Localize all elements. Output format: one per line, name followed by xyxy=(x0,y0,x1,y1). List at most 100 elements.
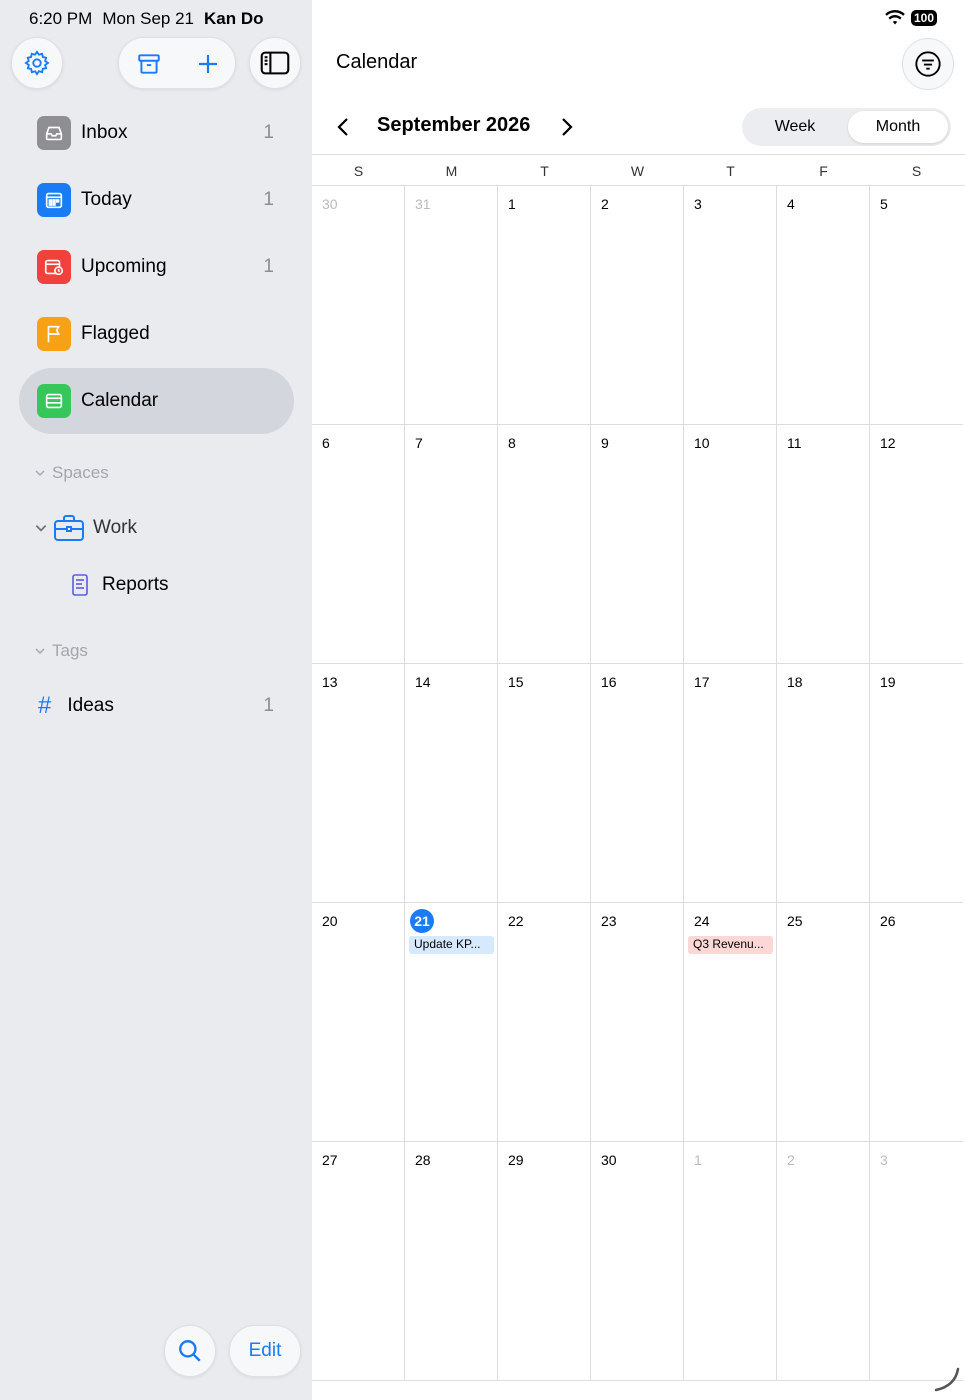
tag-item-ideas[interactable]: # Ideas 1 xyxy=(38,692,278,720)
calendar-clock-icon xyxy=(37,250,71,284)
calendar-day-cell[interactable]: 3 xyxy=(684,186,777,425)
calendar-day-cell[interactable]: 13 xyxy=(312,664,405,903)
day-number: 1 xyxy=(694,1152,702,1168)
day-number: 22 xyxy=(508,913,524,929)
calendar-day-cell[interactable]: 8 xyxy=(498,425,591,664)
calendar-day-cell[interactable]: 18 xyxy=(777,664,870,903)
sidebar-item-count: 1 xyxy=(263,122,274,143)
calendar-day-icon xyxy=(37,183,71,217)
status-time: 6:20 PM xyxy=(29,9,93,28)
space-item-work[interactable]: Work xyxy=(34,514,137,542)
calendar-day-cell[interactable]: 23 xyxy=(591,903,684,1142)
settings-button[interactable] xyxy=(11,37,63,89)
chevron-right-icon[interactable] xyxy=(556,116,576,138)
day-number: 20 xyxy=(322,913,338,929)
calendar-day-cell[interactable]: 10 xyxy=(684,425,777,664)
calendar-day-cell[interactable]: 26 xyxy=(870,903,963,1142)
weekday-label: M xyxy=(445,163,458,179)
calendar-day-cell[interactable]: 1 xyxy=(684,1142,777,1381)
day-number: 31 xyxy=(415,196,431,212)
calendar-day-cell[interactable]: 2 xyxy=(777,1142,870,1381)
month-navigation: September 2026 xyxy=(334,112,574,142)
chevron-left-icon[interactable] xyxy=(334,116,354,138)
calendar-day-cell[interactable]: 22 xyxy=(498,903,591,1142)
day-number: 2 xyxy=(787,1152,795,1168)
add-button[interactable] xyxy=(178,38,237,90)
calendar-day-cell[interactable]: 30 xyxy=(312,186,405,425)
filter-icon xyxy=(915,51,941,77)
wifi-icon xyxy=(885,10,905,25)
calendar-day-cell[interactable]: 4 xyxy=(777,186,870,425)
calendar-day-cell[interactable]: 7 xyxy=(405,425,498,664)
day-number: 1 xyxy=(508,196,516,212)
calendar-day-cell[interactable]: 24 Q3 Revenu... xyxy=(684,903,777,1142)
day-number: 26 xyxy=(880,913,896,929)
day-number: 16 xyxy=(601,674,617,690)
day-number: 3 xyxy=(694,196,702,212)
sidebar-item-label: Inbox xyxy=(81,122,128,143)
calendar-day-cell[interactable]: 19 xyxy=(870,664,963,903)
calendar-day-cell[interactable]: 9 xyxy=(591,425,684,664)
sidebar-item-flagged[interactable]: Flagged xyxy=(19,301,294,367)
archive-button[interactable] xyxy=(119,38,178,90)
calendar-day-cell[interactable]: 14 xyxy=(405,664,498,903)
calendar-day-cell[interactable]: 20 xyxy=(312,903,405,1142)
calendar-day-cell[interactable]: 21 Update KP... xyxy=(405,903,498,1142)
spaces-header[interactable]: Spaces xyxy=(34,463,109,483)
calendar-event[interactable]: Update KP... xyxy=(409,936,494,954)
calendar-day-cell[interactable]: 17 xyxy=(684,664,777,903)
segment-week[interactable]: Week xyxy=(745,111,845,143)
chevron-down-icon xyxy=(35,525,47,532)
sidebar-item-label: Flagged xyxy=(81,323,150,344)
calendar-day-cell[interactable]: 27 xyxy=(312,1142,405,1381)
day-number: 8 xyxy=(508,435,516,451)
calendar-day-cell[interactable]: 6 xyxy=(312,425,405,664)
archive-box-icon xyxy=(137,54,160,74)
search-button[interactable] xyxy=(164,1325,216,1377)
sidebar-item-today[interactable]: Today 1 xyxy=(19,167,294,233)
calendar-day-cell[interactable]: 16 xyxy=(591,664,684,903)
document-icon xyxy=(72,574,88,596)
spaces-header-label: Spaces xyxy=(52,463,109,482)
segment-month[interactable]: Month xyxy=(848,111,948,143)
weekday-label: F xyxy=(819,163,828,179)
calendar-day-cell[interactable]: 15 xyxy=(498,664,591,903)
calendar-day-cell[interactable]: 1 xyxy=(498,186,591,425)
day-number: 24 xyxy=(694,913,710,929)
calendar-day-cell[interactable]: 11 xyxy=(777,425,870,664)
filter-button[interactable] xyxy=(902,38,954,90)
day-number: 4 xyxy=(787,196,795,212)
hashtag-icon: # xyxy=(38,692,52,719)
sidebar: 6:20 PM Mon Sep 21 Kan Do Inbox 1 Today … xyxy=(0,0,312,1400)
calendar-day-cell[interactable]: 12 xyxy=(870,425,963,664)
today-date-badge: 21 xyxy=(410,909,434,933)
tags-header[interactable]: Tags xyxy=(34,641,88,661)
calendar-day-cell[interactable]: 29 xyxy=(498,1142,591,1381)
page-title: Calendar xyxy=(336,51,418,73)
calendar-day-cell[interactable]: 25 xyxy=(777,903,870,1142)
day-number: 10 xyxy=(694,435,710,451)
sidebar-item-upcoming[interactable]: Upcoming 1 xyxy=(19,234,294,300)
calendar-day-cell[interactable]: 2 xyxy=(591,186,684,425)
battery-indicator: 100 xyxy=(910,10,937,26)
calendar-day-cell[interactable]: 3 xyxy=(870,1142,963,1381)
chevron-down-icon xyxy=(35,470,45,477)
view-segmented-control: Week Month xyxy=(742,108,951,146)
day-number: 6 xyxy=(322,435,330,451)
list-item-reports[interactable]: Reports xyxy=(71,573,169,597)
sidebar-item-calendar[interactable]: Calendar xyxy=(19,368,294,434)
calendar-day-cell[interactable]: 5 xyxy=(870,186,963,425)
day-number: 17 xyxy=(694,674,710,690)
status-bar-left: 6:20 PM Mon Sep 21 Kan Do xyxy=(29,9,264,29)
calendar-day-cell[interactable]: 31 xyxy=(405,186,498,425)
weekday-label: S xyxy=(911,163,922,179)
day-number: 30 xyxy=(322,196,338,212)
calendar-event[interactable]: Q3 Revenu... xyxy=(688,936,773,954)
edit-button[interactable]: Edit xyxy=(229,1325,301,1377)
calendar-day-cell[interactable]: 30 xyxy=(591,1142,684,1381)
sidebar-item-inbox[interactable]: Inbox 1 xyxy=(19,100,294,166)
pencil-stroke-icon xyxy=(934,1367,960,1392)
weekday-label: W xyxy=(630,163,645,179)
calendar-day-cell[interactable]: 28 xyxy=(405,1142,498,1381)
sidebar-toggle-button[interactable] xyxy=(249,37,301,89)
